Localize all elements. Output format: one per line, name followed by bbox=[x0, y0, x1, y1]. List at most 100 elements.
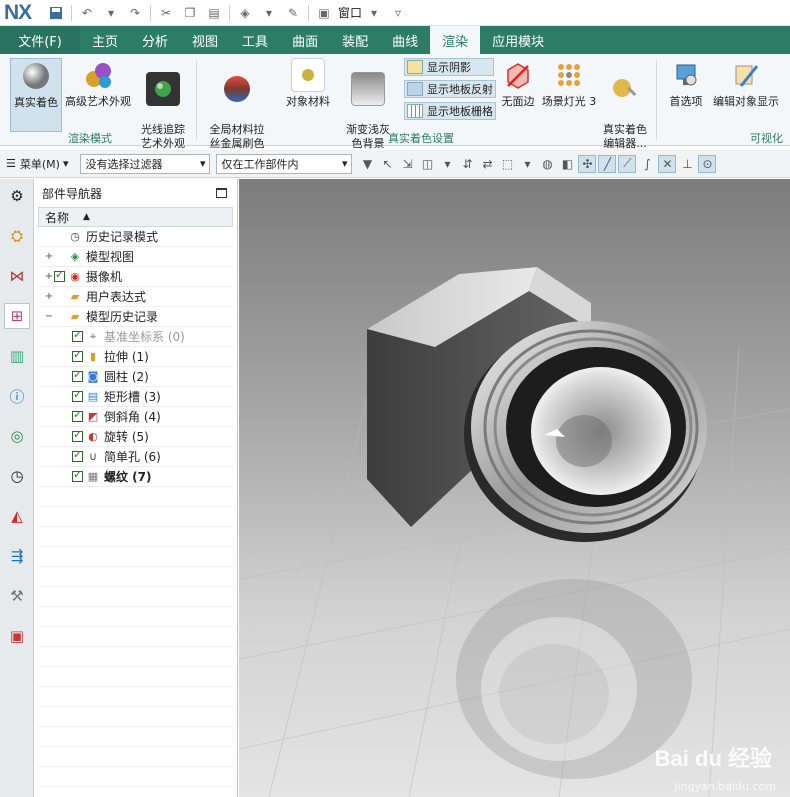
cut-icon[interactable]: ✂ bbox=[156, 3, 176, 23]
advanced-studio-button[interactable]: 高级艺术外观 bbox=[64, 58, 132, 109]
object-material-button[interactable]: 对象材料 bbox=[280, 58, 336, 109]
dropdown-arrow-icon[interactable]: ▾ bbox=[259, 3, 279, 23]
display-icon[interactable]: ◈ bbox=[235, 3, 255, 23]
true-shading-editor-button[interactable]: 真实着色 编辑器... bbox=[600, 58, 650, 165]
visibility-checkbox[interactable] bbox=[72, 408, 83, 422]
tree-row[interactable]: + ◈ 模型视图 bbox=[38, 247, 233, 267]
edit-icon[interactable]: ✎ bbox=[283, 3, 303, 23]
info-icon[interactable]: ⓘ bbox=[4, 383, 30, 409]
copy-icon[interactable]: ❐ bbox=[180, 3, 200, 23]
graphics-window[interactable]: Bai du 经验 jingyan.baidu.com bbox=[239, 179, 790, 797]
system-materials-icon[interactable]: ◭ bbox=[4, 503, 30, 529]
visibility-checkbox[interactable] bbox=[72, 368, 83, 382]
window-menu[interactable]: 窗口 bbox=[338, 4, 362, 21]
tree-row[interactable]: ◩ 倒斜角 (4) bbox=[38, 407, 233, 427]
file-menu-button[interactable]: 文件(F) bbox=[0, 26, 80, 54]
dropdown-arrow-icon[interactable]: ▾ bbox=[364, 3, 384, 23]
expand-toggle-icon[interactable]: + bbox=[44, 271, 54, 282]
menu-button[interactable]: ☰ 菜单(M) ▾ bbox=[0, 156, 74, 172]
tree-row[interactable]: ⌖ 基准坐标系 (0) bbox=[38, 327, 233, 347]
redo-icon[interactable]: ↷ bbox=[125, 3, 145, 23]
process-studio-icon[interactable]: ⇶ bbox=[4, 543, 30, 569]
show-floor-reflection-toggle[interactable]: 显示地板反射 bbox=[404, 80, 496, 98]
tree-row[interactable]: + ◉ 摄像机 bbox=[38, 267, 233, 287]
visibility-checkbox[interactable] bbox=[72, 348, 83, 362]
visibility-checkbox[interactable] bbox=[72, 448, 83, 462]
intersection-snap-icon[interactable]: ✕ bbox=[658, 154, 677, 173]
assembly-navigator-icon[interactable]: ⛭ bbox=[4, 223, 30, 249]
dropdown-arrow-icon[interactable]: ▾ bbox=[101, 3, 121, 23]
expand-toggle-icon[interactable]: − bbox=[44, 311, 54, 322]
link-icon[interactable]: ⇄ bbox=[478, 155, 496, 173]
column-header-name[interactable]: 名称 ▲ bbox=[38, 207, 233, 227]
tab-applications[interactable]: 应用模块 bbox=[480, 26, 556, 54]
select-all-icon[interactable]: ⇲ bbox=[398, 155, 416, 173]
tree-row[interactable]: ▦ 螺纹 (7) bbox=[38, 467, 233, 487]
filter-funnel-icon[interactable]: ▼ bbox=[358, 155, 376, 173]
tab-render[interactable]: 渲染 bbox=[430, 26, 481, 54]
type-filter-select[interactable]: 没有选择过滤器 ▾ bbox=[80, 153, 211, 174]
tree-row[interactable]: ∪ 简单孔 (6) bbox=[38, 447, 233, 467]
constraint-navigator-icon[interactable]: ⋈ bbox=[4, 263, 30, 289]
tree-row[interactable]: ◐ 旋转 (5) bbox=[38, 427, 233, 447]
midpoint-snap-icon[interactable]: ⟋ bbox=[618, 154, 637, 173]
no-face-edges-button[interactable]: 无面边 bbox=[498, 58, 538, 109]
save-icon[interactable] bbox=[46, 3, 66, 23]
global-material-button[interactable]: 全局材料拉 丝金属刷色 bbox=[204, 58, 270, 165]
show-floor-grid-toggle[interactable]: 显示地板栅格 bbox=[404, 102, 496, 120]
tree-row[interactable]: ◙ 圆柱 (2) bbox=[38, 367, 233, 387]
part-navigator-icon[interactable]: ⊞ bbox=[4, 303, 30, 329]
expand-toggle-icon[interactable]: + bbox=[44, 251, 54, 262]
scene-lights-button[interactable]: 场景灯光 3 bbox=[540, 58, 598, 109]
window-icon[interactable]: ▣ bbox=[314, 3, 334, 23]
general-selection-icon[interactable]: ◫ bbox=[418, 155, 436, 173]
point-snap-icon[interactable]: ✣ bbox=[578, 154, 597, 173]
paste-icon[interactable]: ▤ bbox=[204, 3, 224, 23]
tree-row[interactable]: − ▰ 模型历史记录 bbox=[38, 307, 233, 327]
visibility-checkbox[interactable] bbox=[72, 388, 83, 402]
tab-assembly[interactable]: 装配 bbox=[330, 26, 380, 54]
ray-traced-studio-button[interactable]: 光线追踪 艺术外观 bbox=[134, 58, 192, 165]
tab-curve[interactable]: 曲线 bbox=[380, 26, 430, 54]
tab-view[interactable]: 视图 bbox=[180, 26, 230, 54]
curve-snap-icon[interactable]: ∫ bbox=[638, 155, 656, 173]
customize-icon[interactable]: ▿ bbox=[388, 3, 408, 23]
chevron-down-icon[interactable]: ▾ bbox=[438, 155, 456, 173]
tab-home[interactable]: 主页 bbox=[80, 26, 130, 54]
maximize-icon[interactable] bbox=[216, 188, 227, 198]
tree-row[interactable]: ▤ 矩形槽 (3) bbox=[38, 387, 233, 407]
line-snap-icon[interactable]: ╱ bbox=[598, 154, 617, 173]
visibility-checkbox[interactable] bbox=[72, 428, 83, 442]
history-icon[interactable]: ◷ bbox=[4, 463, 30, 489]
web-browser-icon[interactable]: ◎ bbox=[4, 423, 30, 449]
snap-icon[interactable]: ⇵ bbox=[458, 155, 476, 173]
visibility-checkbox[interactable] bbox=[72, 468, 83, 482]
roles-icon[interactable]: ▣ bbox=[4, 623, 30, 649]
tree-row[interactable]: ◷ 历史记录模式 bbox=[38, 227, 233, 247]
perpendicular-snap-icon[interactable]: ⊥ bbox=[678, 155, 696, 173]
chevron-down-icon[interactable]: ▾ bbox=[518, 155, 536, 173]
tree-row[interactable]: + ▰ 用户表达式 bbox=[38, 287, 233, 307]
edit-object-display-button[interactable]: 编辑对象显示 bbox=[710, 58, 782, 109]
tab-analysis[interactable]: 分析 bbox=[130, 26, 180, 54]
center-snap-icon[interactable]: ⊙ bbox=[698, 154, 717, 173]
cursor-select-icon[interactable]: ↖ bbox=[378, 155, 396, 173]
tree-row[interactable]: ▮ 拉伸 (1) bbox=[38, 347, 233, 367]
selection-scope-select[interactable]: 仅在工作部件内 ▾ bbox=[216, 153, 353, 174]
tab-surface[interactable]: 曲面 bbox=[280, 26, 330, 54]
expand-toggle-icon[interactable]: + bbox=[44, 291, 54, 302]
preferences-button[interactable]: 首选项 bbox=[664, 58, 708, 109]
manufacturing-wizard-icon[interactable]: ⚒ bbox=[4, 583, 30, 609]
tab-tools[interactable]: 工具 bbox=[230, 26, 280, 54]
body-filter-icon[interactable]: ◍ bbox=[538, 155, 556, 173]
gradient-background-button[interactable]: 渐变浅灰 色背景 bbox=[340, 58, 396, 165]
visibility-checkbox[interactable] bbox=[54, 268, 65, 282]
face-filter-icon[interactable]: ◧ bbox=[558, 155, 576, 173]
true-shading-button[interactable]: 真实着色 bbox=[10, 58, 62, 132]
reuse-library-icon[interactable]: ▥ bbox=[4, 343, 30, 369]
rectangle-select-icon[interactable]: ⬚ bbox=[498, 155, 516, 173]
undo-icon[interactable]: ↶ bbox=[77, 3, 97, 23]
visibility-checkbox[interactable] bbox=[72, 328, 83, 342]
settings-icon[interactable]: ⚙ bbox=[4, 183, 30, 209]
show-shadows-toggle[interactable]: 显示阴影 bbox=[404, 58, 494, 76]
